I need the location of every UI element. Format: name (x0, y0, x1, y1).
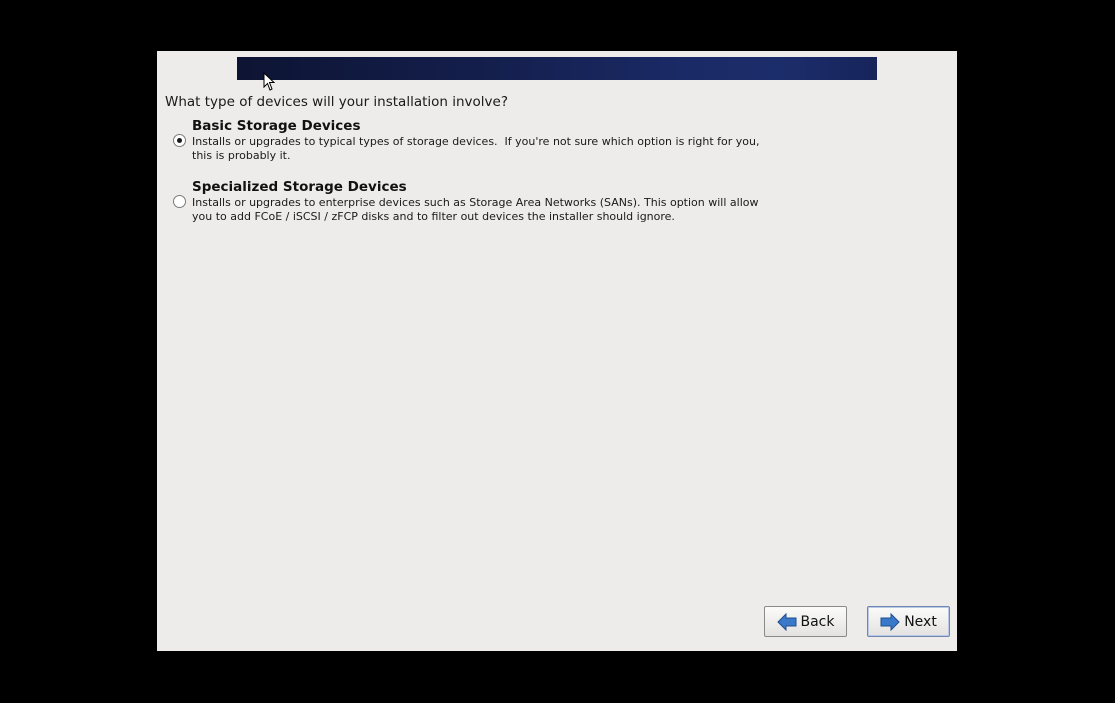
specialized-storage-description: Installs or upgrades to enterprise devic… (192, 196, 759, 223)
next-button-label: Next (904, 613, 937, 630)
mouse-pointer-icon (263, 72, 275, 91)
specialized-storage-radio[interactable] (173, 195, 186, 208)
page-question: What type of devices will your installat… (165, 94, 509, 110)
specialized-storage-title[interactable]: Specialized Storage Devices (192, 179, 407, 195)
next-button[interactable]: Next (867, 606, 950, 637)
basic-storage-radio[interactable] (173, 134, 186, 147)
basic-storage-description: Installs or upgrades to typical types of… (192, 135, 760, 162)
basic-storage-title[interactable]: Basic Storage Devices (192, 118, 361, 134)
header-banner (237, 57, 877, 80)
back-button[interactable]: Back (764, 606, 847, 637)
arrow-right-icon (880, 612, 900, 631)
radio-selected-dot (177, 138, 182, 143)
arrow-left-icon (776, 612, 796, 631)
installer-window: What type of devices will your installat… (157, 51, 957, 651)
back-button-label: Back (800, 613, 835, 630)
